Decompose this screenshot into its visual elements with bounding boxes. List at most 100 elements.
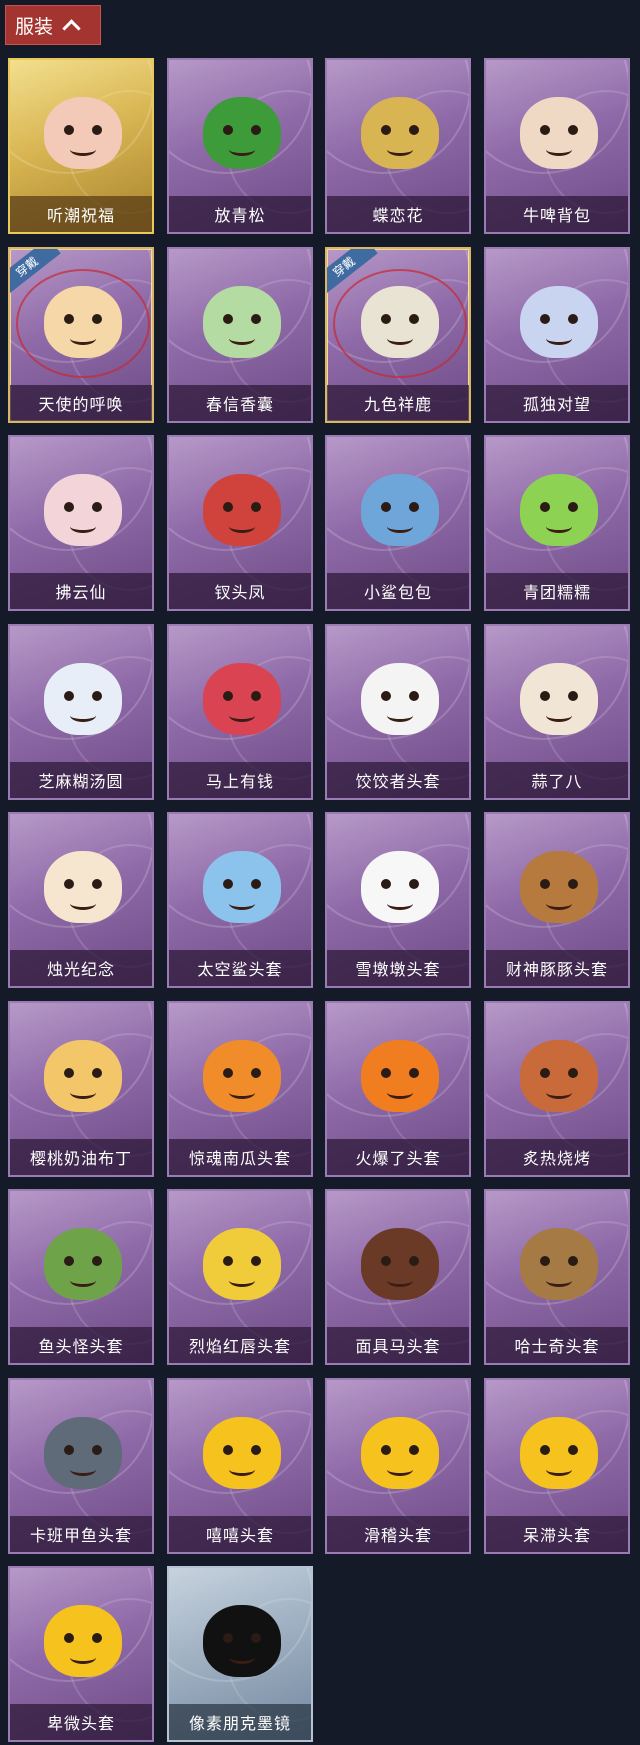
costume-card[interactable]: 卑微头套 [8, 1566, 154, 1742]
item-illustration [520, 474, 598, 546]
face-feature [64, 879, 74, 889]
item-illustration [203, 1040, 281, 1112]
face-feature [229, 1463, 255, 1476]
item-illustration [44, 97, 122, 169]
face-feature [70, 1274, 96, 1287]
costume-section-toggle[interactable]: 服装 [5, 5, 101, 45]
face-feature [251, 1633, 261, 1643]
face-feature [92, 1068, 102, 1078]
costume-card[interactable]: 穿戴 九色祥鹿 [325, 247, 471, 423]
costume-name: 听潮祝福 [10, 196, 152, 232]
item-illustration [203, 1417, 281, 1489]
face-feature [64, 1256, 74, 1266]
costume-card[interactable]: 放青松 [167, 58, 313, 234]
dazed-emoji-icon [509, 1394, 609, 1512]
costume-name: 火爆了头套 [327, 1139, 469, 1175]
costume-card[interactable]: 蝶恋花 [325, 58, 471, 234]
costume-name: 九色祥鹿 [327, 385, 469, 421]
item-illustration [44, 663, 122, 735]
face-feature [568, 691, 578, 701]
costume-card[interactable]: 面具马头套 [325, 1189, 471, 1365]
face-feature [223, 502, 233, 512]
face-feature [546, 332, 572, 345]
face-feature [540, 502, 550, 512]
face-feature [92, 502, 102, 512]
costume-card[interactable]: 樱桃奶油布丁 [8, 1001, 154, 1177]
face-feature [70, 897, 96, 910]
costume-name: 烈焰红唇头套 [169, 1327, 311, 1363]
item-illustration [361, 851, 439, 923]
item-illustration [361, 286, 439, 358]
costume-card[interactable]: 滑稽头套 [325, 1378, 471, 1554]
costume-card[interactable]: 饺饺者头套 [325, 624, 471, 800]
costume-card[interactable]: 孤独对望 [484, 247, 630, 423]
costume-card[interactable]: 雪墩墩头套 [325, 812, 471, 988]
costume-card[interactable]: 太空鲨头套 [167, 812, 313, 988]
item-illustration [44, 1228, 122, 1300]
face-feature [64, 691, 74, 701]
candle-head-icon [33, 828, 133, 946]
costume-name: 天使的呼唤 [10, 385, 152, 421]
item-illustration [520, 1417, 598, 1489]
horse-mask-icon [350, 1205, 450, 1323]
costume-card[interactable]: 像素朋克墨镜 [167, 1566, 313, 1742]
costume-card[interactable]: 呆滞头套 [484, 1378, 630, 1554]
costume-card[interactable]: 火爆了头套 [325, 1001, 471, 1177]
costume-card[interactable]: 钗头凤 [167, 435, 313, 611]
costume-card[interactable]: 牛啤背包 [484, 58, 630, 234]
face-feature [381, 691, 391, 701]
face-feature [381, 1445, 391, 1455]
costume-card[interactable]: 烈焰红唇头套 [167, 1189, 313, 1365]
face-feature [546, 897, 572, 910]
phoenix-doll-icon [192, 451, 292, 569]
face-feature [229, 1651, 255, 1664]
item-illustration [44, 286, 122, 358]
pixel-sunglasses-icon [192, 1582, 292, 1700]
costume-card[interactable]: 炙热烧烤 [484, 1001, 630, 1177]
costume-card[interactable]: 芝麻糊汤圆 [8, 624, 154, 800]
costume-card[interactable]: 小鲨包包 [325, 435, 471, 611]
item-illustration [361, 1228, 439, 1300]
item-illustration [203, 286, 281, 358]
item-illustration [203, 1228, 281, 1300]
costume-card[interactable]: 惊魂南瓜头套 [167, 1001, 313, 1177]
costume-card[interactable]: 烛光纪念 [8, 812, 154, 988]
costume-name: 小鲨包包 [327, 573, 469, 609]
husky-head-icon [509, 1205, 609, 1323]
cow-barrel-icon [509, 74, 609, 192]
face-feature [387, 1463, 413, 1476]
item-illustration [361, 1040, 439, 1112]
costume-card[interactable]: 卡班甲鱼头套 [8, 1378, 154, 1554]
costume-card[interactable]: 青团糯糯 [484, 435, 630, 611]
costume-card[interactable]: 春信香囊 [167, 247, 313, 423]
item-illustration [361, 663, 439, 735]
costume-card[interactable]: 鱼头怪头套 [8, 1189, 154, 1365]
costume-card[interactable]: 财神豚豚头套 [484, 812, 630, 988]
face-feature [229, 709, 255, 722]
costume-card[interactable]: 哈士奇头套 [484, 1189, 630, 1365]
face-feature [409, 1445, 419, 1455]
face-feature [409, 314, 419, 324]
face-feature [92, 125, 102, 135]
face-feature [70, 709, 96, 722]
costume-card[interactable]: 蒜了八 [484, 624, 630, 800]
costume-card[interactable]: 听潮祝福 [8, 58, 154, 234]
costume-card[interactable]: 马上有钱 [167, 624, 313, 800]
costume-name: 孤独对望 [486, 385, 628, 421]
face-feature [381, 314, 391, 324]
face-feature [546, 1274, 572, 1287]
costume-card[interactable]: 拂云仙 [8, 435, 154, 611]
costume-name: 牛啤背包 [486, 196, 628, 232]
face-feature [251, 502, 261, 512]
item-illustration [520, 97, 598, 169]
costume-card[interactable]: 穿戴 天使的呼唤 [8, 247, 154, 423]
face-feature [540, 1256, 550, 1266]
face-feature [70, 1086, 96, 1099]
costume-name: 像素朋克墨镜 [169, 1704, 311, 1740]
chevron-up-icon [62, 18, 81, 38]
costume-name: 炙热烧烤 [486, 1139, 628, 1175]
costume-card[interactable]: 嘻嘻头套 [167, 1378, 313, 1554]
face-feature [70, 143, 96, 156]
face-feature [387, 1274, 413, 1287]
costume-name: 雪墩墩头套 [327, 950, 469, 986]
